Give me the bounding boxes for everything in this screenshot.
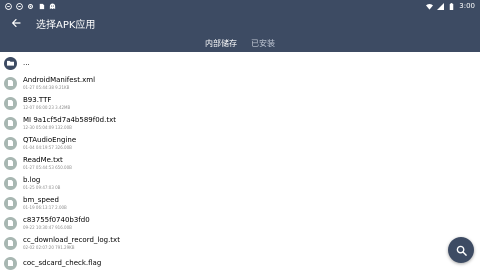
file-name: B93.TTF xyxy=(23,96,52,104)
file-name: cc_download_record_log.txt xyxy=(23,236,120,244)
list-item[interactable]: coc_sdcard_check.flag xyxy=(0,253,480,270)
file-meta: 01-27 05:44:38 9.21KB xyxy=(23,85,70,90)
list-item[interactable]: MI 9a1cf5d7a4b589f0d.txt 12-30 05:04:09 … xyxy=(0,113,480,133)
file-meta: 01-27 05:44:53 650.00B xyxy=(23,165,72,170)
status-bar-left xyxy=(5,2,56,10)
sd-card-icon xyxy=(38,3,45,10)
file-name: MI 9a1cf5d7a4b589f0d.txt xyxy=(23,116,116,124)
file-name: AndroidManifest.xml xyxy=(23,76,96,84)
search-icon xyxy=(456,245,467,256)
battery-icon xyxy=(448,2,455,10)
file-meta: 01-04 04:19:57 326.00B xyxy=(23,145,72,150)
list-item[interactable]: cc_download_record_log.txt 02-02 02:07:2… xyxy=(0,233,480,253)
tab-bar: 内部储存 已安装 xyxy=(0,34,480,52)
list-item[interactable]: c83755f0740b3fd0 09-22 10:30:47 916.00B xyxy=(0,213,480,233)
file-meta: 02-02 02:07:20 791.29KB xyxy=(23,245,75,250)
list-item[interactable]: B93.TTF 12-07 06:00:23 3.42MB xyxy=(0,93,480,113)
file-list: ... AndroidManifest.xml 01-27 05:44:38 9… xyxy=(0,52,480,270)
tab-label: 已安装 xyxy=(251,38,275,48)
tab-label: 内部储存 xyxy=(205,38,237,48)
file-name: b.log xyxy=(23,176,41,184)
file-icon xyxy=(4,176,17,190)
list-item[interactable]: bm_speed 01-19 06:13:17 2.00B xyxy=(0,193,480,213)
file-icon xyxy=(4,76,17,90)
settings-icon xyxy=(27,3,34,10)
tab-internal-storage[interactable]: 内部储存 xyxy=(205,34,237,52)
file-icon xyxy=(4,236,17,250)
notification-icon xyxy=(5,2,12,10)
file-name: QTAudioEngine xyxy=(23,136,77,144)
page-title: 选择APK应用 xyxy=(36,19,96,31)
file-meta: 01-25 09:47:03 0B xyxy=(23,185,61,190)
file-icon xyxy=(4,156,17,170)
signal-icon xyxy=(437,2,445,10)
notification-icon xyxy=(16,2,23,10)
file-meta: 12-30 05:04:09 132.00B xyxy=(23,125,72,130)
list-item[interactable]: QTAudioEngine 01-04 04:19:57 326.00B xyxy=(0,133,480,153)
wifi-icon xyxy=(426,3,434,10)
app-bar: 选择APK应用 xyxy=(0,12,480,34)
arrow-back-icon xyxy=(12,19,21,27)
list-item[interactable]: b.log 01-25 09:47:03 0B xyxy=(0,173,480,193)
file-icon xyxy=(4,256,17,270)
search-fab-button[interactable] xyxy=(448,237,474,263)
list-item-parent-folder[interactable]: ... xyxy=(0,53,480,73)
file-name: c83755f0740b3fd0 xyxy=(23,216,90,224)
status-bar: 3:00 xyxy=(0,0,480,12)
list-item[interactable]: ReadMe.txt 01-27 05:44:53 650.00B xyxy=(0,153,480,173)
file-icon xyxy=(4,116,17,130)
list-item[interactable]: AndroidManifest.xml 01-27 05:44:38 9.21K… xyxy=(0,73,480,93)
file-name: ... xyxy=(23,58,30,67)
file-icon xyxy=(4,96,17,110)
ghost-icon xyxy=(49,2,56,10)
status-time: 3:00 xyxy=(459,2,475,10)
back-button[interactable] xyxy=(1,12,31,34)
file-icon xyxy=(4,216,17,230)
file-meta: 01-19 06:13:17 2.00B xyxy=(23,205,67,210)
folder-icon xyxy=(4,56,17,70)
file-meta: 09-22 10:30:47 916.00B xyxy=(23,225,72,230)
status-bar-right: 3:00 xyxy=(426,2,475,10)
file-name: coc_sdcard_check.flag xyxy=(23,258,102,267)
tab-installed[interactable]: 已安装 xyxy=(251,34,275,52)
file-icon xyxy=(4,196,17,210)
file-name: ReadMe.txt xyxy=(23,156,63,164)
file-icon xyxy=(4,136,17,150)
file-name: bm_speed xyxy=(23,196,59,204)
file-meta: 12-07 06:00:23 3.42MB xyxy=(23,105,71,110)
